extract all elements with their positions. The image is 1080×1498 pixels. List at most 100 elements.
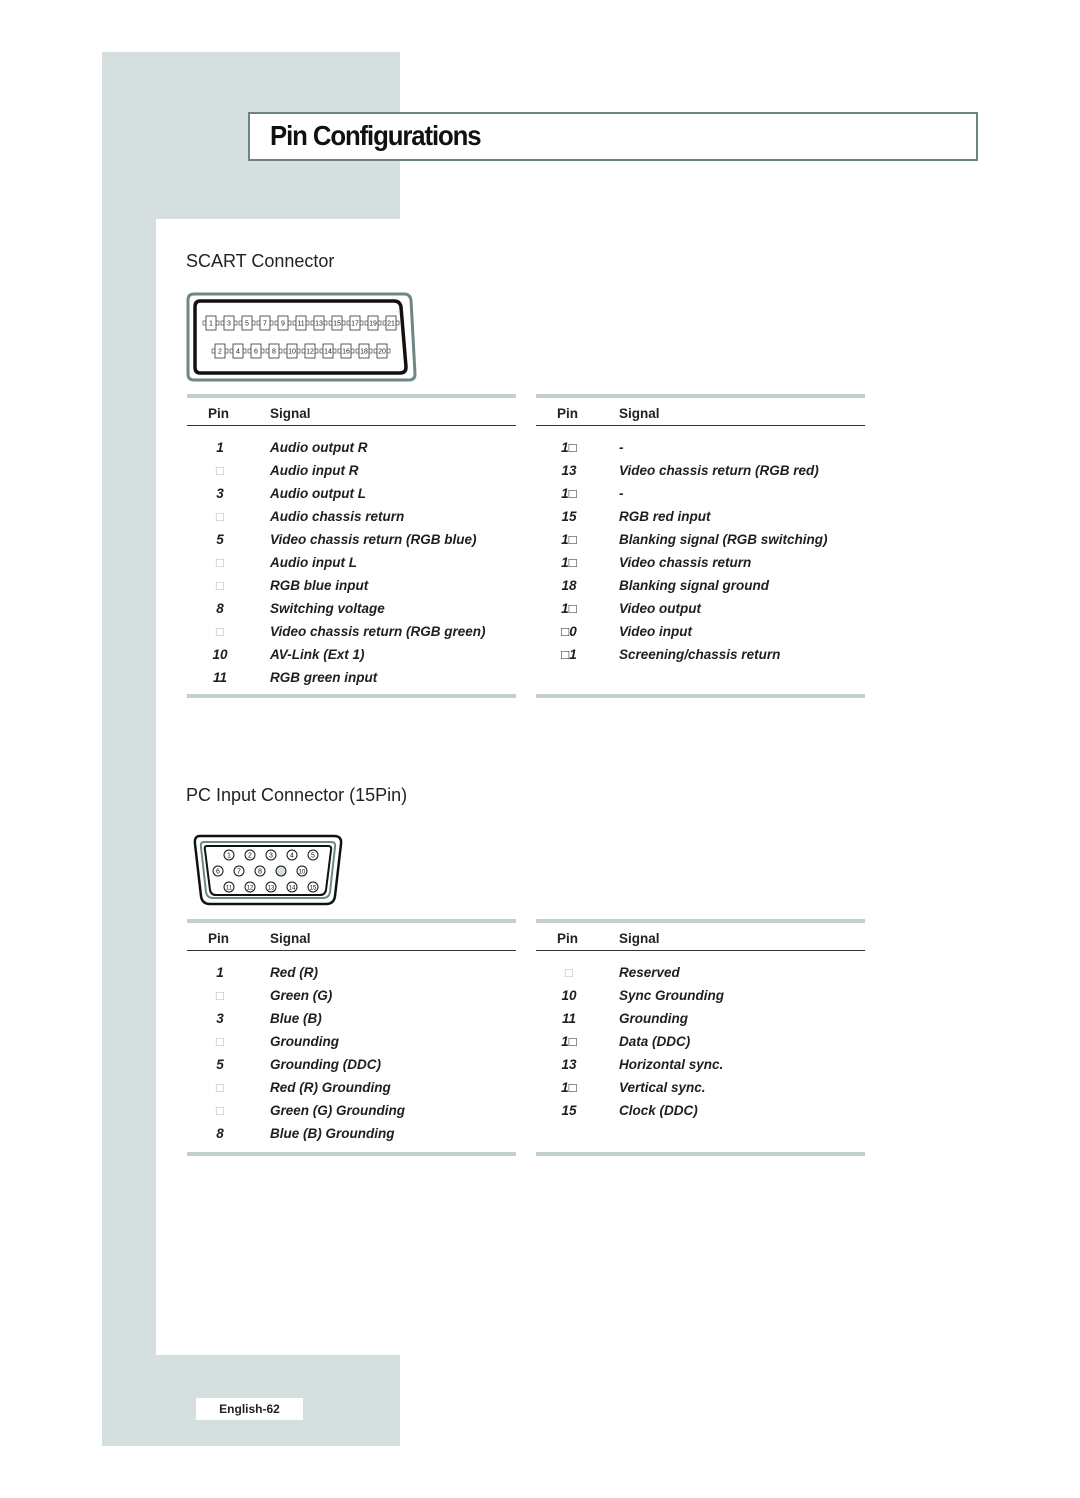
scart-pin-label: 10 xyxy=(288,349,296,356)
scart-pin-label: 13 xyxy=(315,321,323,328)
table-row: 18 Blanking signal ground xyxy=(536,574,865,597)
pin-number: 1□ xyxy=(561,440,577,455)
pin-signal: - xyxy=(619,440,624,455)
pin-signal: RGB red input xyxy=(619,509,711,524)
table-row: □ Green (G) xyxy=(187,984,516,1007)
dsub-pin: 7 xyxy=(233,865,245,877)
pin-signal: Video chassis return (RGB red) xyxy=(619,463,819,478)
pin-number: 1 xyxy=(216,965,224,980)
table-row: 1□ Data (DDC) xyxy=(536,1030,865,1053)
pin-number: 1□ xyxy=(561,601,577,616)
pin-number: □ xyxy=(215,555,225,570)
header-pin: Pin xyxy=(557,406,579,421)
header-signal: Signal xyxy=(270,406,311,421)
pin-signal: - xyxy=(619,486,624,501)
pin-signal: Red (R) xyxy=(270,965,318,980)
pin-signal: AV-Link (Ext 1) xyxy=(270,647,365,662)
pin-number: □1 xyxy=(561,647,577,662)
pin-number: 13 xyxy=(561,1057,577,1072)
scart-pin-label: 2 xyxy=(218,349,222,356)
scart-pin-label: 18 xyxy=(360,349,368,356)
pin-number: 18 xyxy=(561,578,577,593)
scart-pin-label: 3 xyxy=(227,321,231,328)
dsub-pin-label: 10 xyxy=(299,870,306,876)
header-pin: Pin xyxy=(557,931,579,946)
pin-signal: Clock (DDC) xyxy=(619,1103,698,1118)
pin-signal: Data (DDC) xyxy=(619,1034,691,1049)
table-row: □ Grounding xyxy=(187,1030,516,1053)
table-row: □0 Video input xyxy=(536,620,865,643)
dsub-pin: 4 xyxy=(286,849,298,861)
pin-signal: Video chassis return (RGB green) xyxy=(270,624,486,639)
scart-pin-label: 12 xyxy=(306,349,314,356)
dsub-pin: 14 xyxy=(286,881,298,893)
table-header: Pin Signal xyxy=(536,923,865,951)
table-row: 3 Audio output L xyxy=(187,482,516,505)
pin-signal: Green (G) Grounding xyxy=(270,1103,405,1118)
pc-input-heading: PC Input Connector (15Pin) xyxy=(186,785,408,805)
table-row: □ RGB blue input xyxy=(187,574,516,597)
pin-signal: Horizontal sync. xyxy=(619,1057,724,1072)
scart-pin-label: 6 xyxy=(254,349,258,356)
dsub-pin-label: 14 xyxy=(289,886,296,892)
scart-pin-label: 17 xyxy=(351,321,359,328)
scart-inner-frame xyxy=(193,299,408,375)
scart-pin-label: 16 xyxy=(342,349,350,356)
pin-signal: Grounding (DDC) xyxy=(270,1057,381,1072)
table-row: □ Audio input L xyxy=(187,551,516,574)
scart-pin-label: 11 xyxy=(297,321,304,328)
pin-signal: Green (G) xyxy=(270,988,333,1003)
table-row: 1 Audio output R xyxy=(187,436,516,459)
dsub-pin: 5 xyxy=(307,849,319,861)
table-row: 8 Blue (B) Grounding xyxy=(187,1122,516,1145)
scart-pin-label: 5 xyxy=(245,321,249,328)
pin-number: 1 xyxy=(216,440,224,455)
scart-pin-label: 1 xyxy=(209,321,213,328)
table-header: Pin Signal xyxy=(187,398,516,426)
dsub-pin-label: 5 xyxy=(311,853,315,860)
table-row: 11 RGB green input xyxy=(187,666,516,689)
pin-signal: Reserved xyxy=(619,965,680,980)
dsub-pin: 12 xyxy=(244,881,256,893)
table-row: 13 Horizontal sync. xyxy=(536,1053,865,1076)
dsub-pin: 11 xyxy=(223,881,235,893)
page-title-box: Pin Configurations xyxy=(248,112,978,161)
pin-number: 1□ xyxy=(561,486,577,501)
table-row: 1□ Video output xyxy=(536,597,865,620)
dsub-pin-label: 15 xyxy=(310,886,317,892)
table-header: Pin Signal xyxy=(187,923,516,951)
header-pin: Pin xyxy=(208,406,230,421)
pin-number: 15 xyxy=(561,1103,577,1118)
dsub-pin-label: 13 xyxy=(268,886,275,892)
header-signal: Signal xyxy=(619,406,660,421)
table-bottom-bar xyxy=(536,1152,865,1156)
pc-pin-table-right: Pin Signal □ Reserved 10 Sync Grounding 11 Gr… xyxy=(536,919,865,1156)
dsub-pin-label: 6 xyxy=(216,869,220,876)
pin-number: □ xyxy=(215,463,225,478)
pin-number: 1□ xyxy=(561,1080,577,1095)
table-row: 1 Red (R) xyxy=(187,961,516,984)
pc-pin-table-left: Pin Signal 1 Red (R) □ Green (G) 3 Blue (B) □ G… xyxy=(187,919,516,1156)
scart-pin-label: 8 xyxy=(272,349,276,356)
header-signal: Signal xyxy=(619,931,660,946)
table-rows: 1□ - 13 Video chassis return (RGB red) 1□ - 15… xyxy=(536,436,865,666)
pin-signal: Sync Grounding xyxy=(619,988,725,1003)
pin-signal: Audio input R xyxy=(270,463,359,478)
table-row: □ Red (R) Grounding xyxy=(187,1076,516,1099)
dsub-pin-label: 12 xyxy=(247,886,254,892)
scart-pin-table-left: Pin Signal 1 Audio output R □ Audio input R… xyxy=(187,394,516,698)
scart-pin-label: 19 xyxy=(369,321,377,328)
pin-number: □0 xyxy=(561,624,577,639)
dsub-pin-label: 7 xyxy=(237,869,241,876)
pin-number: 15 xyxy=(561,509,577,524)
table-row: 10 Sync Grounding xyxy=(536,984,865,1007)
table-rows: □ Reserved 10 Sync Grounding 11 Grounding 1□ Da… xyxy=(536,961,865,1122)
table-row: 1□ Vertical sync. xyxy=(536,1076,865,1099)
pin-signal: Audio output L xyxy=(270,486,366,501)
pin-number: 1□ xyxy=(561,555,577,570)
table-header: Pin Signal xyxy=(536,398,865,426)
pin-number: 3 xyxy=(216,486,224,501)
pin-number: 3 xyxy=(216,1011,224,1026)
pin-number: 11 xyxy=(212,670,227,685)
dsub-pin: 6 xyxy=(212,865,224,877)
